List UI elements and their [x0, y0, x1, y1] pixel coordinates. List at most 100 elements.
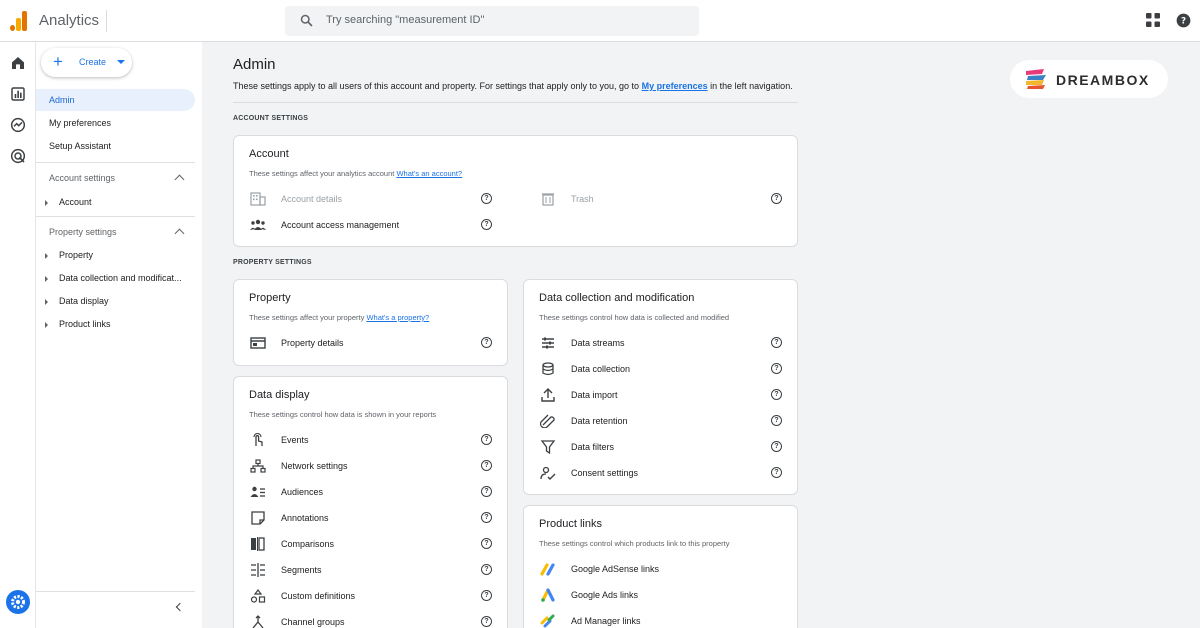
- annotations-row[interactable]: Annotations ?: [250, 509, 494, 527]
- shapes-icon: [250, 589, 266, 603]
- row-label: Segments: [281, 565, 322, 575]
- whats-an-account-link[interactable]: What's an account?: [396, 169, 462, 178]
- help-icon[interactable]: ?: [481, 486, 492, 497]
- custom-definitions-row[interactable]: Custom definitions ?: [250, 587, 494, 605]
- sidebar-item-setup-assistant[interactable]: Setup Assistant: [36, 135, 195, 157]
- my-preferences-link[interactable]: My preferences: [642, 81, 708, 91]
- sidebar: + Create Admin My preferences Setup Assi…: [36, 42, 202, 628]
- create-label: Create: [79, 57, 107, 67]
- card-title: Account: [249, 148, 289, 160]
- help-icon[interactable]: ?: [481, 512, 492, 523]
- filter-icon: [540, 440, 556, 454]
- expand-arrow-icon: [45, 322, 48, 328]
- chevron-up-icon[interactable]: [174, 228, 185, 239]
- help-icon[interactable]: ?: [771, 415, 782, 426]
- intro-suffix: in the left navigation.: [710, 81, 793, 91]
- tree-label: Data display: [59, 296, 109, 306]
- title-divider: [106, 10, 107, 32]
- svg-text:?: ?: [1181, 17, 1186, 27]
- card-title: Product links: [539, 518, 602, 530]
- adsense-icon: [540, 563, 555, 576]
- sidebar-item-label: Setup Assistant: [49, 141, 112, 151]
- help-icon[interactable]: ?: [481, 434, 492, 445]
- consent-settings-row[interactable]: Consent settings ?: [540, 464, 784, 482]
- row-label: Ad Manager links: [571, 616, 641, 626]
- help-icon[interactable]: ?: [481, 564, 492, 575]
- audiences-row[interactable]: Audiences ?: [250, 483, 494, 501]
- touch-icon: [253, 433, 263, 446]
- streams-icon: [542, 337, 554, 349]
- network-settings-row[interactable]: Network settings ?: [250, 457, 494, 475]
- help-icon[interactable]: ?: [481, 460, 492, 471]
- account-settings-heading[interactable]: Account settings: [49, 173, 115, 183]
- help-icon[interactable]: ?: [481, 538, 492, 549]
- help-icon[interactable]: ?: [481, 193, 492, 204]
- events-row[interactable]: Events ?: [250, 431, 494, 449]
- help-icon[interactable]: ?: [771, 337, 782, 348]
- google-ads-links-row[interactable]: Google Ads links: [540, 586, 784, 604]
- sidebar-item-label: Admin: [49, 95, 75, 105]
- sidebar-item-label: My preferences: [49, 118, 112, 128]
- data-streams-row[interactable]: Data streams ?: [540, 334, 784, 352]
- collapse-chevron-icon[interactable]: [175, 602, 185, 612]
- row-label: Property details: [281, 338, 344, 348]
- card-description: These settings control which products li…: [539, 539, 730, 548]
- help-icon[interactable]: ?: [771, 389, 782, 400]
- analytics-logo-icon[interactable]: [10, 11, 28, 31]
- apps-grid-icon[interactable]: [1146, 13, 1160, 27]
- account-access-row[interactable]: Account access management ?: [250, 216, 494, 234]
- divider: [36, 216, 195, 217]
- help-icon[interactable]: ?: [1176, 13, 1191, 28]
- retention-icon: [540, 414, 555, 428]
- help-icon[interactable]: ?: [771, 193, 782, 204]
- admin-gear-icon[interactable]: [6, 590, 30, 614]
- segments-icon: [251, 563, 265, 577]
- row-label: Account access management: [281, 220, 400, 230]
- comparisons-row[interactable]: Comparisons ?: [250, 535, 494, 553]
- help-icon[interactable]: ?: [771, 441, 782, 452]
- adsense-links-row[interactable]: Google AdSense links: [540, 560, 784, 578]
- home-icon[interactable]: [10, 55, 26, 71]
- property-details-row[interactable]: Property details ?: [250, 334, 494, 352]
- help-icon[interactable]: ?: [481, 616, 492, 627]
- row-label: Data filters: [571, 442, 615, 452]
- chevron-up-icon[interactable]: [174, 174, 185, 185]
- card-description: These settings control how data is shown…: [249, 410, 437, 419]
- row-label: Annotations: [281, 513, 329, 523]
- explore-icon[interactable]: [10, 117, 26, 133]
- sidebar-item-admin[interactable]: Admin: [36, 89, 195, 111]
- data-filters-row[interactable]: Data filters ?: [540, 438, 784, 456]
- help-icon[interactable]: ?: [481, 219, 492, 230]
- segments-row[interactable]: Segments ?: [250, 561, 494, 579]
- account-settings-label: ACCOUNT SETTINGS: [233, 115, 309, 122]
- row-label: Events: [281, 435, 309, 445]
- expand-arrow-icon: [45, 299, 48, 305]
- help-icon[interactable]: ?: [481, 337, 492, 348]
- ad-manager-links-row[interactable]: Ad Manager links: [540, 612, 784, 628]
- reports-icon[interactable]: [10, 86, 26, 102]
- whats-a-property-link[interactable]: What's a property?: [366, 313, 429, 322]
- audiences-icon: [250, 486, 265, 497]
- app-title: Analytics: [39, 12, 100, 29]
- trash-icon: [542, 193, 554, 206]
- data-collection-row[interactable]: Data collection ?: [540, 360, 784, 378]
- channel-groups-row[interactable]: Channel groups ?: [250, 613, 494, 628]
- help-icon[interactable]: ?: [771, 467, 782, 478]
- trash-row[interactable]: Trash ?: [540, 190, 784, 208]
- search-bar[interactable]: Try searching "measurement ID": [285, 6, 699, 36]
- property-settings-heading[interactable]: Property settings: [49, 227, 117, 237]
- account-details-row[interactable]: Account details ?: [250, 190, 494, 208]
- dreambox-logo: DREAMBOX: [1010, 60, 1168, 98]
- row-label: Channel groups: [281, 617, 345, 627]
- building-icon: [250, 192, 266, 206]
- data-import-row[interactable]: Data import ?: [540, 386, 784, 404]
- help-icon[interactable]: ?: [771, 363, 782, 374]
- advertising-icon[interactable]: [10, 148, 26, 164]
- create-button[interactable]: + Create: [41, 48, 132, 77]
- search-input[interactable]: Try searching "measurement ID": [326, 14, 484, 26]
- help-icon[interactable]: ?: [481, 590, 492, 601]
- divider: [233, 102, 798, 103]
- data-retention-row[interactable]: Data retention ?: [540, 412, 784, 430]
- card-description: These settings control how data is colle…: [539, 313, 730, 322]
- sidebar-item-my-preferences[interactable]: My preferences: [36, 112, 195, 134]
